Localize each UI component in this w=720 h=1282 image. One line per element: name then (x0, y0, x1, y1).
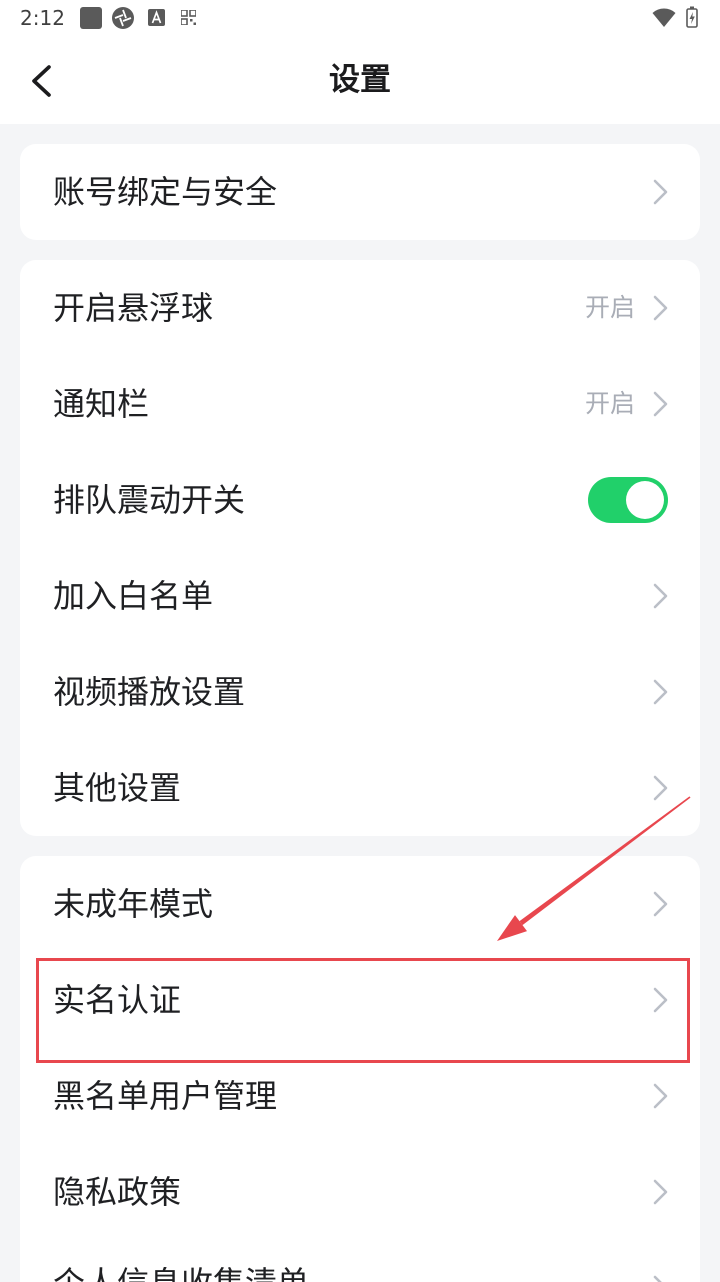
chevron-right-icon (653, 891, 668, 917)
page-title: 设置 (329, 62, 391, 98)
settings-group-account: 账号绑定与安全 (20, 144, 700, 240)
settings-list: 账号绑定与安全 开启悬浮球 开启 通知栏 开启 排队震动开关 加入白名单 视频播… (0, 124, 720, 1282)
back-icon[interactable] (30, 65, 52, 97)
settings-row-queue-vibration: 排队震动开关 (20, 452, 700, 548)
row-label: 未成年模式 (53, 885, 214, 923)
settings-group-privacy: 未成年模式 实名认证 黑名单用户管理 隐私政策 (20, 856, 700, 1282)
settings-row-notification-bar[interactable]: 通知栏 开启 (20, 356, 700, 452)
status-bar: 2:12 (0, 0, 720, 36)
settings-row-privacy-policy[interactable]: 隐私政策 (20, 1144, 700, 1240)
row-label: 视频播放设置 (53, 673, 246, 711)
row-label: 通知栏 (53, 385, 150, 423)
row-label: 加入白名单 (53, 577, 214, 615)
settings-row-personal-info-list[interactable]: 个人信息收集清单 (20, 1240, 700, 1282)
chevron-right-icon (653, 583, 668, 609)
wifi-icon (652, 8, 676, 27)
row-label: 开启悬浮球 (53, 289, 214, 327)
settings-row-real-name-verification[interactable]: 实名认证 (20, 952, 700, 1048)
chevron-right-icon (653, 987, 668, 1013)
settings-row-floating-ball[interactable]: 开启悬浮球 开启 (20, 260, 700, 356)
top-bar: 2:12 设置 (0, 0, 720, 124)
aperture-icon (112, 7, 134, 29)
qr-code-icon (181, 10, 196, 25)
settings-row-minor-mode[interactable]: 未成年模式 (20, 856, 700, 952)
row-label: 黑名单用户管理 (53, 1077, 278, 1115)
page-header: 设置 (0, 36, 720, 124)
chevron-right-icon (653, 679, 668, 705)
chevron-right-icon (653, 1083, 668, 1109)
row-value: 开启 (584, 389, 635, 418)
queue-vibration-toggle[interactable] (588, 477, 668, 523)
settings-row-blacklist[interactable]: 黑名单用户管理 (20, 1048, 700, 1144)
battery-charging-icon (686, 6, 698, 28)
chevron-right-icon (653, 295, 668, 321)
row-label: 实名认证 (53, 981, 182, 1019)
settings-row-other[interactable]: 其他设置 (20, 740, 700, 836)
chevron-right-icon (653, 775, 668, 801)
text-a-icon (148, 9, 165, 26)
settings-group-general: 开启悬浮球 开启 通知栏 开启 排队震动开关 加入白名单 视频播放设置 其他设置 (20, 260, 700, 836)
row-label: 其他设置 (53, 769, 182, 807)
row-label: 账号绑定与安全 (53, 173, 278, 211)
app-square-icon (80, 7, 102, 29)
chevron-right-icon (653, 1179, 668, 1205)
status-time: 2:12 (20, 6, 65, 30)
settings-row-account-security[interactable]: 账号绑定与安全 (20, 144, 700, 240)
toggle-knob (626, 481, 664, 519)
settings-row-whitelist[interactable]: 加入白名单 (20, 548, 700, 644)
row-value: 开启 (584, 293, 635, 322)
chevron-right-icon (653, 391, 668, 417)
row-label: 隐私政策 (53, 1173, 182, 1211)
row-label: 个人信息收集清单 (53, 1267, 309, 1282)
row-label: 排队震动开关 (53, 481, 246, 519)
settings-row-video-playback[interactable]: 视频播放设置 (20, 644, 700, 740)
chevron-right-icon (653, 179, 668, 205)
chevron-right-icon (653, 1275, 668, 1282)
